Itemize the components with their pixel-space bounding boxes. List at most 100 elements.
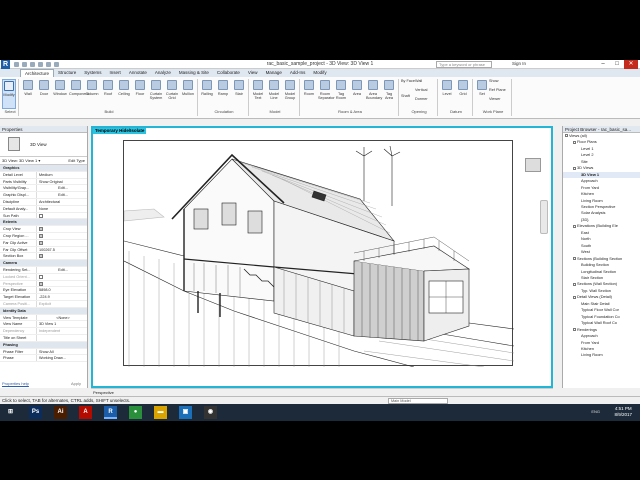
expand-toggle-icon[interactable]: [573, 140, 576, 144]
checkbox[interactable]: [39, 254, 43, 259]
checkbox[interactable]: [39, 240, 43, 245]
property-value[interactable]: 5898.0: [36, 287, 87, 294]
roof-button[interactable]: Roof: [101, 79, 115, 109]
mullion-button[interactable]: Mullion: [181, 79, 195, 109]
opening-dormer-button[interactable]: Dormer: [415, 97, 435, 105]
instance-selector[interactable]: 3D View: 3D View 1 ▾ Edit Type: [0, 157, 87, 165]
area-button[interactable]: Area: [350, 79, 364, 109]
apply-button[interactable]: Apply: [71, 381, 81, 386]
expand-toggle-icon[interactable]: [573, 295, 576, 299]
tab-massing-site[interactable]: Massing & Site: [175, 69, 213, 77]
property-value[interactable]: Show Original: [36, 178, 87, 185]
view-control-bar[interactable]: Perspective: [91, 388, 553, 395]
expand-toggle-icon[interactable]: [565, 134, 568, 138]
acrobat-icon[interactable]: A: [79, 406, 92, 419]
model-line-button[interactable]: Model Line: [267, 79, 281, 109]
workplane-viewer-button[interactable]: Viewer: [489, 97, 511, 105]
revit-icon[interactable]: R: [104, 406, 117, 419]
search-input[interactable]: Type a keyword or phrase: [436, 61, 492, 68]
start-icon[interactable]: ⊞: [4, 406, 17, 419]
photoshop-icon[interactable]: Ps: [29, 406, 42, 419]
curtain-grid-button[interactable]: Curtain Grid: [165, 79, 179, 109]
illustrator-icon[interactable]: Ai: [54, 406, 67, 419]
expand-toggle-icon[interactable]: [573, 328, 576, 332]
opening-vertical-button[interactable]: Vertical: [415, 88, 435, 96]
house-3d-model-drawing[interactable]: [123, 140, 515, 368]
property-edit-button[interactable]: Edit...: [36, 266, 87, 273]
tab-structure[interactable]: Structure: [54, 69, 80, 77]
model-group-button[interactable]: Model Group: [283, 79, 297, 109]
file-explorer-icon[interactable]: ▬: [154, 406, 167, 419]
tag-room-button[interactable]: Tag Room: [334, 79, 348, 109]
property-checkbox[interactable]: [36, 226, 87, 232]
property-value[interactable]: None: [36, 205, 87, 212]
edit-type-button[interactable]: Edit Type: [68, 157, 85, 165]
tab-architecture[interactable]: Architecture: [20, 69, 55, 77]
property-value[interactable]: Architectural: [36, 198, 87, 205]
tag-area-button[interactable]: Tag Area: [382, 79, 396, 109]
property-checkbox[interactable]: [36, 232, 87, 239]
maximize-icon[interactable]: □: [610, 60, 624, 69]
sign-in-link[interactable]: Sign In: [512, 61, 526, 66]
window-button[interactable]: Window: [53, 79, 67, 109]
tab-manage[interactable]: Manage: [262, 69, 286, 77]
tab-view[interactable]: View: [244, 69, 262, 77]
area-boundary-button[interactable]: Area Boundary: [366, 79, 382, 109]
workplane-ref-plane-button[interactable]: Ref Plane: [489, 88, 511, 96]
property-value[interactable]: Working Draw...: [36, 355, 87, 362]
ramp-button[interactable]: Ramp: [216, 79, 230, 109]
tab-modify[interactable]: Modify: [309, 69, 330, 77]
checkbox[interactable]: [39, 227, 43, 232]
property-group-header[interactable]: Phasing: [0, 341, 87, 349]
property-group-header[interactable]: Identity Data: [0, 307, 87, 315]
column-button[interactable]: Column: [85, 79, 99, 109]
property-edit-button[interactable]: Edit...: [36, 192, 87, 198]
camera-app-icon[interactable]: ◉: [204, 406, 217, 419]
property-checkbox[interactable]: [36, 239, 87, 246]
checkbox[interactable]: [39, 233, 43, 238]
door-button[interactable]: Door: [37, 79, 51, 109]
viewcube-icon[interactable]: [525, 158, 541, 172]
room-separator-button[interactable]: Room Separator: [318, 79, 335, 109]
level-button[interactable]: Level: [440, 79, 454, 109]
expand-toggle-icon[interactable]: [573, 224, 576, 228]
property-group-header[interactable]: Camera: [0, 260, 87, 267]
checkbox[interactable]: [39, 213, 43, 218]
railing-button[interactable]: Railing: [200, 79, 214, 109]
property-value[interactable]: -224.9: [36, 294, 87, 300]
property-value[interactable]: 3D View 1: [36, 321, 87, 328]
curtain-system-button[interactable]: Curtain System: [149, 79, 163, 109]
3d-viewport[interactable]: Temporary Hide/Isolate: [91, 126, 553, 388]
workplane-show-button[interactable]: Show: [489, 79, 511, 87]
photos-icon[interactable]: ▣: [179, 406, 192, 419]
tab-analyze[interactable]: Analyze: [151, 69, 175, 77]
chrome-icon[interactable]: ●: [129, 406, 142, 419]
tab-annotate[interactable]: Annotate: [125, 69, 151, 77]
property-checkbox[interactable]: [36, 253, 87, 260]
component-button[interactable]: Component: [69, 79, 89, 109]
stair-button[interactable]: Stair: [232, 79, 246, 109]
model-text-button[interactable]: Model Text: [251, 79, 265, 109]
property-checkbox[interactable]: [36, 212, 87, 219]
expand-toggle-icon[interactable]: [573, 166, 576, 170]
property-group-header[interactable]: Extents: [0, 219, 87, 227]
property-edit-button[interactable]: <None>: [36, 314, 87, 321]
property-edit-button[interactable]: Edit...: [36, 185, 87, 192]
property-value[interactable]: [36, 334, 87, 341]
property-group-header[interactable]: Graphics: [0, 165, 87, 172]
language-indicator[interactable]: ENG: [591, 409, 600, 414]
ceiling-button[interactable]: Ceiling: [117, 79, 131, 109]
minimize-icon[interactable]: –: [596, 60, 610, 69]
tab-systems[interactable]: Systems: [80, 69, 105, 77]
floor-button[interactable]: Floor: [133, 79, 147, 109]
property-value[interactable]: 100267.5: [36, 246, 87, 253]
expand-toggle-icon[interactable]: [573, 282, 576, 286]
navigation-bar[interactable]: [540, 200, 548, 234]
modify-button[interactable]: Modify: [2, 79, 16, 109]
type-selector[interactable]: 3D View: [0, 133, 87, 157]
system-clock[interactable]: 4:51 PM 8/9/2017: [614, 406, 632, 418]
wall-button[interactable]: Wall: [21, 79, 35, 109]
tab-collaborate[interactable]: Collaborate: [213, 69, 244, 77]
property-value[interactable]: Show All: [36, 348, 87, 355]
close-icon[interactable]: ✕: [624, 60, 638, 69]
